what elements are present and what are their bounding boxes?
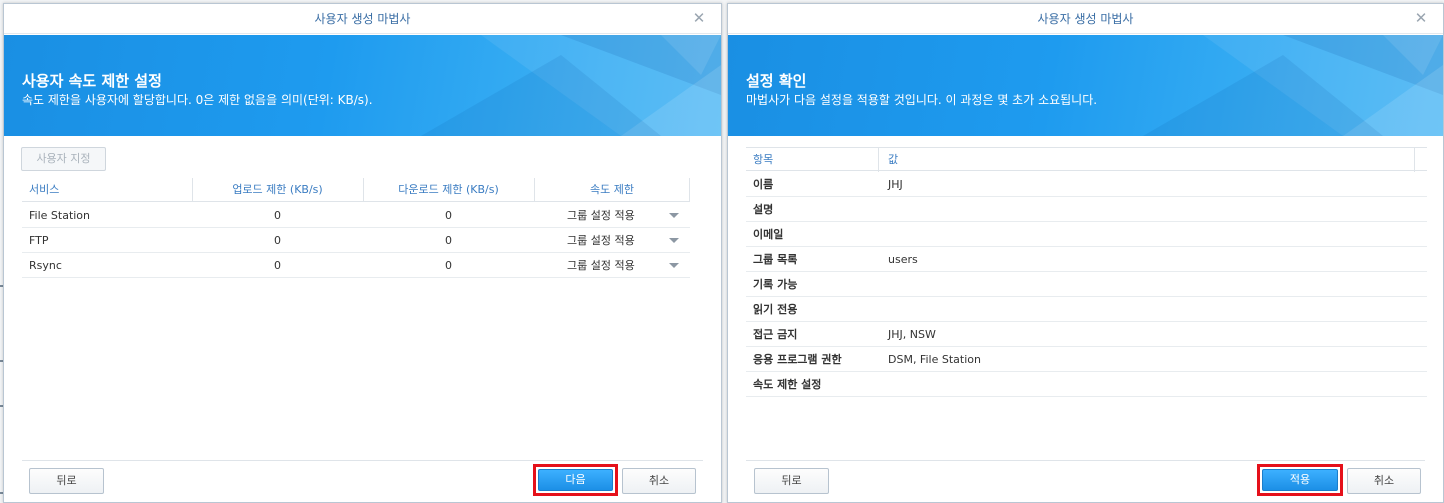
table-row[interactable]: Rsync 0 0 그룹 설정 적용 — [22, 253, 690, 278]
item-label: 이름 — [753, 178, 774, 191]
speed-limit-select[interactable]: 그룹 설정 적용 — [567, 203, 635, 228]
speed-limit-table-header: 서비스 업로드 제한 (KB/s) 다운로드 제한 (KB/s) 속도 제한 — [22, 178, 690, 202]
table-row[interactable]: FTP 0 0 그룹 설정 적용 — [22, 228, 690, 253]
item-value: DSM, File Station — [888, 353, 981, 366]
item-label: 응용 프로그램 권한 — [753, 353, 842, 366]
table-row: 속도 제한 설정 — [746, 372, 1427, 397]
table-row: 응용 프로그램 권한 DSM, File Station — [746, 347, 1427, 372]
download-limit: 0 — [445, 209, 452, 222]
wizard-header: 설정 확인 마법사가 다음 설정을 적용할 것입니다. 이 과정은 몇 초가 소… — [728, 35, 1443, 136]
table-row: 읽기 전용 — [746, 297, 1427, 322]
table-row[interactable]: File Station 0 0 그룹 설정 적용 — [22, 203, 690, 228]
upload-limit: 0 — [274, 259, 281, 272]
download-limit: 0 — [445, 234, 452, 247]
close-icon[interactable]: ✕ — [1413, 10, 1429, 26]
column-separator — [878, 148, 879, 172]
service-name: FTP — [29, 234, 49, 247]
column-download: 다운로드 제한 (KB/s) — [398, 183, 499, 196]
page-subtitle: 속도 제한을 사용자에 할당합니다. 0은 제한 없음을 의미(단위: KB/s… — [22, 93, 373, 107]
back-button[interactable]: 뒤로 — [29, 468, 104, 494]
item-value: JHJ — [888, 178, 903, 191]
column-value: 값 — [888, 153, 899, 166]
item-label: 읽기 전용 — [753, 303, 798, 316]
column-separator — [1414, 148, 1415, 172]
upload-limit: 0 — [274, 209, 281, 222]
column-service: 서비스 — [29, 183, 60, 196]
column-item: 항목 — [753, 153, 774, 166]
window-title-bar: 사용자 생성 마법사 ✕ — [728, 4, 1443, 34]
download-limit: 0 — [445, 259, 452, 272]
footer-divider — [22, 460, 703, 461]
window-title: 사용자 생성 마법사 — [314, 12, 411, 26]
customize-button[interactable]: 사용자 지정 — [21, 147, 106, 171]
cancel-button[interactable]: 취소 — [1347, 468, 1421, 494]
chevron-down-icon[interactable] — [669, 213, 679, 218]
item-label: 그룹 목록 — [753, 253, 798, 266]
item-label: 속도 제한 설정 — [753, 378, 822, 391]
table-row: 기록 가능 — [746, 272, 1427, 297]
create-user-wizard-speed-limit: 사용자 생성 마법사 ✕ 사용자 속도 제한 설정 속도 제한을 사용자에 할당… — [3, 3, 722, 503]
item-value: users — [888, 253, 918, 266]
cancel-button[interactable]: 취소 — [622, 468, 696, 494]
table-row: 이메일 — [746, 222, 1427, 247]
item-value: JHJ, NSW — [888, 328, 936, 341]
footer-divider — [746, 460, 1425, 461]
back-button[interactable]: 뒤로 — [754, 468, 829, 494]
table-row: 그룹 목록 users — [746, 247, 1427, 272]
speed-limit-select[interactable]: 그룹 설정 적용 — [567, 253, 635, 278]
chevron-down-icon[interactable] — [669, 263, 679, 268]
service-name: File Station — [29, 209, 91, 222]
apply-button[interactable]: 적용 — [1262, 469, 1338, 491]
item-label: 접근 금지 — [753, 328, 798, 341]
table-row: 접근 금지 JHJ, NSW — [746, 322, 1427, 347]
page-title: 사용자 속도 제한 설정 — [22, 72, 162, 90]
item-label: 설명 — [753, 203, 774, 216]
speed-limit-select[interactable]: 그룹 설정 적용 — [567, 228, 635, 253]
window-title-bar: 사용자 생성 마법사 ✕ — [4, 4, 721, 34]
header-decoration — [1143, 35, 1443, 136]
summary-table-header: 항목 값 — [746, 147, 1427, 172]
column-separator — [689, 178, 690, 202]
header-decoration — [421, 35, 721, 136]
table-row: 이름 JHJ — [746, 172, 1427, 197]
close-icon[interactable]: ✕ — [691, 10, 707, 26]
chevron-down-icon[interactable] — [669, 238, 679, 243]
next-button[interactable]: 다음 — [538, 469, 613, 491]
service-name: Rsync — [29, 259, 62, 272]
page-subtitle: 마법사가 다음 설정을 적용할 것입니다. 이 과정은 몇 초가 소요됩니다. — [746, 93, 1098, 107]
page-title: 설정 확인 — [746, 72, 807, 90]
upload-limit: 0 — [274, 234, 281, 247]
column-speed-limit: 속도 제한 — [590, 183, 634, 196]
wizard-header: 사용자 속도 제한 설정 속도 제한을 사용자에 할당합니다. 0은 제한 없음… — [4, 35, 721, 136]
table-row: 설명 — [746, 197, 1427, 222]
item-label: 기록 가능 — [753, 278, 798, 291]
create-user-wizard-confirm: 사용자 생성 마법사 ✕ 설정 확인 마법사가 다음 설정을 적용할 것입니다.… — [727, 3, 1444, 503]
window-title: 사용자 생성 마법사 — [1037, 12, 1134, 26]
column-upload: 업로드 제한 (KB/s) — [232, 183, 323, 196]
item-label: 이메일 — [753, 228, 784, 241]
